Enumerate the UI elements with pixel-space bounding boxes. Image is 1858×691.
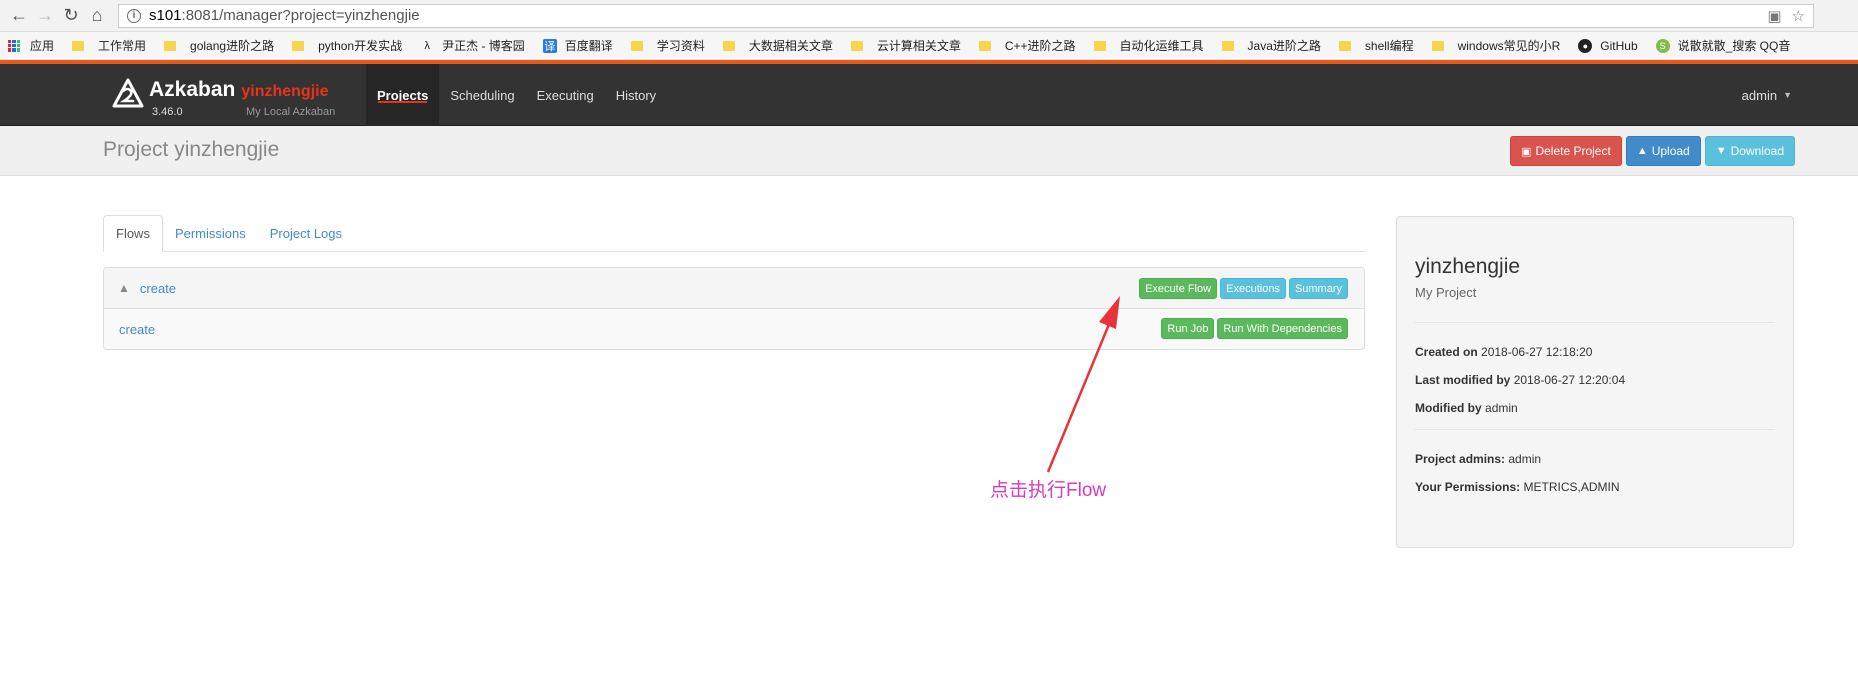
job-actions: Run Job Run With Dependencies xyxy=(1161,318,1348,339)
folder-icon xyxy=(850,40,863,51)
bookmark-translate[interactable]: 译百度翻译 xyxy=(542,37,613,54)
folder-icon xyxy=(722,40,735,51)
bookmark-folder[interactable]: Java进阶之路 xyxy=(1221,37,1321,54)
bookmark-blog[interactable]: λ 尹正杰 - 博客园 xyxy=(420,37,524,54)
folder-icon xyxy=(72,40,85,51)
bookmarks-bar: 应用 工作常用 golang进阶之路 python开发实战 λ 尹正杰 - 博客园… xyxy=(0,32,1858,60)
flow-header: ▲ create Execute Flow Executions Summary xyxy=(104,268,1364,309)
bookmark-folder[interactable]: golang进阶之路 xyxy=(164,37,274,54)
folder-icon xyxy=(1431,40,1444,51)
last-modified: Last modified by 2018-06-27 12:20:04 xyxy=(1415,373,1626,387)
your-permissions: Your Permissions: METRICS,ADMIN xyxy=(1415,480,1620,494)
project-info-panel: yinzhengjie My Project Created on 2018-0… xyxy=(1396,216,1794,548)
bookmark-folder[interactable]: 自动化运维工具 xyxy=(1093,37,1204,54)
brand-description: My Local Azkaban xyxy=(246,106,336,118)
bookmark-star-icon[interactable]: ☆ xyxy=(1792,7,1805,25)
nav-projects[interactable]: Projects xyxy=(366,64,440,126)
browser-toolbar: ← → ↻ ⌂ i s101:8081/manager?project=yinz… xyxy=(0,0,1858,32)
main-nav: Projects Scheduling Executing History xyxy=(366,64,667,126)
nav-executing[interactable]: Executing xyxy=(526,64,605,126)
top-navbar: Azkaban yinzhengjie 3.46.0 My Local Azkab… xyxy=(0,64,1858,126)
flow-name-link[interactable]: create xyxy=(140,281,176,296)
bookmark-folder[interactable]: python开发实战 xyxy=(292,37,402,54)
job-name-link[interactable]: create xyxy=(119,322,155,337)
modified-by: Modified by admin xyxy=(1415,401,1518,415)
tab-project-logs[interactable]: Project Logs xyxy=(258,215,354,252)
github-logo-icon: ● xyxy=(1578,38,1593,53)
page-header: Project yinzhengjie ▣ Delete Project ▲ Upl… xyxy=(0,126,1858,176)
bookmark-sogou[interactable]: S 说散就散_搜索 QQ音 xyxy=(1655,37,1790,54)
execute-flow-button[interactable]: Execute Flow xyxy=(1139,278,1218,299)
upload-button[interactable]: ▲ Upload xyxy=(1625,136,1701,166)
run-job-button[interactable]: Run Job xyxy=(1161,318,1215,339)
bookmark-folder[interactable]: 大数据相关文章 xyxy=(722,37,833,54)
brand[interactable]: Azkaban yinzhengjie 3.46.0 My Local Azkab… xyxy=(112,78,335,118)
folder-icon xyxy=(292,40,305,51)
sogou-logo-icon: S xyxy=(1655,38,1670,53)
brand-instance: yinzhengjie xyxy=(241,83,329,100)
back-arrow-icon[interactable]: ← xyxy=(6,3,32,29)
project-description: My Project xyxy=(1415,285,1477,300)
translate-icon[interactable]: ▣ xyxy=(1767,7,1781,25)
divider xyxy=(1415,322,1775,323)
translate-logo-icon: 译 xyxy=(542,38,557,53)
user-menu[interactable]: admin ▼ xyxy=(1742,64,1792,126)
page-title: Project yinzhengjie xyxy=(103,138,280,161)
folder-icon xyxy=(1338,40,1351,51)
bookmark-folder[interactable]: C++进阶之路 xyxy=(978,37,1076,54)
annotation-text: 点击执行Flow xyxy=(990,480,1107,501)
caret-down-icon: ▼ xyxy=(1783,90,1792,100)
brand-version: 3.46.0 xyxy=(152,106,183,118)
folder-icon xyxy=(1093,40,1106,51)
flow-panel: ▲ create Execute Flow Executions Summary… xyxy=(103,267,1365,350)
header-actions: ▣ Delete Project ▲ Upload ▼ Download xyxy=(1510,136,1795,166)
executions-button[interactable]: Executions xyxy=(1220,278,1286,299)
tab-flows[interactable]: Flows xyxy=(103,215,163,252)
chevron-up-icon[interactable]: ▲ xyxy=(118,281,130,295)
folder-icon xyxy=(1221,40,1234,51)
folder-icon xyxy=(978,40,991,51)
created-on: Created on 2018-06-27 12:18:20 xyxy=(1415,345,1593,359)
bookmark-folder[interactable]: windows常见的小R xyxy=(1431,37,1560,54)
blog-logo-icon: λ xyxy=(424,39,430,52)
reload-icon[interactable]: ↻ xyxy=(58,3,84,29)
upload-circle-icon: ▲ xyxy=(1636,145,1648,157)
summary-button[interactable]: Summary xyxy=(1288,278,1348,299)
folder-icon xyxy=(630,40,643,51)
user-name: admin xyxy=(1741,87,1778,103)
bookmark-github[interactable]: ● GitHub xyxy=(1578,38,1638,53)
forward-arrow-icon[interactable]: → xyxy=(32,3,58,29)
delete-project-button[interactable]: ▣ Delete Project xyxy=(1510,136,1622,166)
bookmark-folder[interactable]: shell编程 xyxy=(1338,37,1414,54)
url-input[interactable]: i s101:8081/manager?project=yinzhengjie … xyxy=(118,3,1814,28)
download-button[interactable]: ▼ Download xyxy=(1704,136,1795,166)
project-tabs: Flows Permissions Project Logs xyxy=(103,215,1365,252)
site-info-icon[interactable]: i xyxy=(127,8,141,23)
run-with-dependencies-button[interactable]: Run With Dependencies xyxy=(1217,318,1348,339)
azkaban-logo-icon xyxy=(112,78,144,108)
nav-history[interactable]: History xyxy=(605,64,667,126)
download-circle-icon: ▼ xyxy=(1715,145,1727,157)
project-name: yinzhengjie xyxy=(1415,255,1521,278)
trash-icon: ▣ xyxy=(1521,145,1532,158)
project-admins: Project admins: admin xyxy=(1415,452,1542,466)
bookmark-apps[interactable]: 应用 xyxy=(8,37,54,54)
folder-icon xyxy=(164,40,177,51)
divider xyxy=(1415,429,1775,430)
bookmark-folder[interactable]: 云计算相关文章 xyxy=(850,37,961,54)
flow-actions: Execute Flow Executions Summary xyxy=(1139,278,1348,299)
apps-grid-icon xyxy=(8,39,20,52)
bookmark-folder[interactable]: 学习资料 xyxy=(630,37,705,54)
home-icon[interactable]: ⌂ xyxy=(84,3,110,29)
bookmark-folder[interactable]: 工作常用 xyxy=(72,37,146,54)
nav-scheduling[interactable]: Scheduling xyxy=(439,64,525,126)
url-path: :8081/manager?project=yinzhengjie xyxy=(181,7,420,24)
job-row: create Run Job Run With Dependencies xyxy=(104,309,1364,349)
brand-name: Azkaban xyxy=(149,78,236,101)
tab-permissions[interactable]: Permissions xyxy=(163,215,258,252)
url-host: s101 xyxy=(149,7,182,24)
